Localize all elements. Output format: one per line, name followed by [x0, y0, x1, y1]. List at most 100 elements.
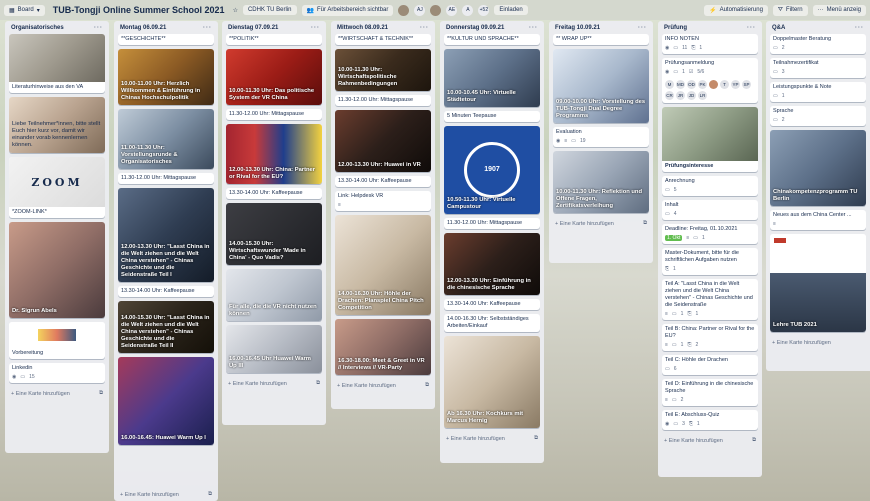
list-menu-icon[interactable]: ··· [529, 25, 538, 31]
member-avatar[interactable]: YP [731, 80, 740, 89]
list-title[interactable]: Freitag 10.09.21 [555, 25, 600, 31]
card[interactable]: Sprache ▭ 2 [770, 106, 866, 126]
automation-button[interactable]: ⚡ Automatisierung [704, 4, 768, 16]
card[interactable]: 14.00-15.30 Uhr: "Lasst China in die Wel… [118, 301, 214, 353]
card[interactable]: Linkedin ◉ ▭ 15 [9, 363, 105, 383]
card[interactable]: ZOOM *ZOOM-LINK* [9, 157, 105, 218]
card[interactable]: 11.30-12.00 Uhr: Mittagspause [444, 218, 540, 229]
card[interactable]: Evaluation ◉ ≡ ▭ 19 [553, 127, 649, 147]
list-header[interactable]: Prüfung ··· [662, 21, 758, 34]
list-title[interactable]: Prüfung [664, 25, 687, 31]
card[interactable]: 09.00-10.00 Uhr: Vorstellung des TUB-Ton… [553, 49, 649, 123]
member-avatar[interactable]: CR [665, 91, 674, 100]
card[interactable]: 16.30-18.00: Meet & Greet in VR // Inter… [335, 319, 431, 375]
template-icon[interactable]: ⧉ [99, 390, 103, 397]
card[interactable]: Master-Dokument, bitte für die schriftli… [662, 248, 758, 275]
card[interactable]: 13.30-14.00 Uhr: Kaffeepause [226, 188, 322, 199]
member-avatar[interactable]: LR [698, 91, 707, 100]
add-card-button[interactable]: + Eine Karte hinzufügen ⧉ [553, 217, 649, 230]
list-menu-icon[interactable]: ··· [855, 25, 864, 31]
card[interactable]: Teil D: Einführung in die chinesische Sp… [662, 379, 758, 406]
board-title[interactable]: TUB-Tongji Online Summer School 2021 [50, 5, 228, 15]
list-title[interactable]: Organisatorisches [11, 25, 64, 31]
invite-button[interactable]: Einladen [494, 5, 528, 15]
card[interactable]: Neues aus dem China Center ... ≡ [770, 210, 866, 230]
add-card-button[interactable]: + Eine Karte hinzufügen ⧉ [662, 434, 758, 447]
card[interactable]: Liebe Teilnehmer*innen, bitte stellt Euc… [9, 97, 105, 153]
card[interactable]: 16.00-16.45 Uhr Huawei Warm Up III [226, 325, 322, 373]
member-avatar[interactable]: T [720, 80, 729, 89]
list-header[interactable]: Mittwoch 08.09.21 ··· [335, 21, 431, 34]
add-card-button[interactable]: + Eine Karte hinzufügen ⧉ [226, 377, 322, 390]
card[interactable]: Ab 16.30 Uhr: Kochkurs mit Marcus Hernig [444, 336, 540, 428]
card[interactable]: 13.30-14.00 Uhr: Kaffeepause [444, 299, 540, 310]
card[interactable]: Teilnahmezertifikat ▭ 3 [770, 58, 866, 78]
card[interactable]: 14.00-16.30 Uhr: Selbstständiges Arbeite… [444, 314, 540, 332]
member-avatar[interactable] [709, 80, 718, 89]
member-avatar[interactable]: MD [676, 80, 685, 89]
list-title[interactable]: Donnerstag 09.09.21 [446, 25, 504, 31]
card[interactable]: 13.30-14.00 Uhr: Kaffeepause [118, 286, 214, 297]
template-icon[interactable]: ⧉ [425, 382, 429, 389]
card[interactable]: **POLITIK** [226, 34, 322, 45]
filter-button[interactable]: ⛛ Filtern [772, 4, 808, 16]
card[interactable]: 12.00-13.30 Uhr: "Lasst China in die Wel… [118, 188, 214, 282]
board-switcher-button[interactable]: ▦ Board ▾ [4, 4, 45, 16]
member-avatar[interactable]: JR [676, 91, 685, 100]
list-menu-icon[interactable]: ··· [420, 25, 429, 31]
card[interactable]: Teil A: "Lasst China in die Welt ziehen … [662, 279, 758, 320]
workspace-button[interactable]: CDHK TU Berlin [242, 5, 297, 15]
card[interactable]: 11.30-12.00 Uhr: Mittagspause [226, 109, 322, 120]
template-icon[interactable]: ⧉ [316, 380, 320, 387]
card[interactable]: Deadline: Freitag, 01.10.2021 1. Okt ≡ ▭ 1 [662, 224, 758, 244]
list-header[interactable]: Montag 06.09.21 ··· [118, 21, 214, 34]
list-title[interactable]: Dienstag 07.09.21 [228, 25, 278, 31]
template-icon[interactable]: ⧉ [208, 491, 212, 498]
card[interactable]: 12.00-13.30 Uhr: Einführung in die chine… [444, 233, 540, 295]
card[interactable]: 11.00-11.30 Uhr: Vorstellungsrunde & Org… [118, 109, 214, 169]
add-card-button[interactable]: + Eine Karte hinzufügen ⧉ [444, 432, 540, 445]
star-icon[interactable]: ☆ [233, 7, 238, 14]
card[interactable]: 10.00-11.30 Uhr: Das politische System d… [226, 49, 322, 105]
card[interactable]: 10.00-11.00 Uhr: Herzlich Willkommen & E… [118, 49, 214, 105]
card[interactable]: 13.30-14.00 Uhr: Kaffeepause [335, 176, 431, 187]
visibility-button[interactable]: 👥 Für Arbeitsbereich sichtbar [301, 4, 394, 16]
card[interactable]: 14.00-16.30 Uhr: Höhle der Drachen: Plan… [335, 215, 431, 315]
card[interactable]: **GESCHICHTE** [118, 34, 214, 45]
card[interactable]: **KULTUR UND SPRACHE** [444, 34, 540, 45]
card[interactable]: ** WRAP UP** [553, 34, 649, 45]
member-avatar[interactable]: OD [687, 80, 696, 89]
card[interactable]: 12.00-13.30 Uhr: Huawei in VR [335, 110, 431, 172]
due-date-badge[interactable]: 1. Okt [665, 235, 683, 241]
card[interactable]: 11.30-12.00 Uhr: Mittagspause [335, 95, 431, 106]
card[interactable]: 14.00-15.30 Uhr: Wirtschaftswunder 'Made… [226, 203, 322, 265]
template-icon[interactable]: ⧉ [643, 220, 647, 227]
card[interactable]: Doppelmaster Beratung ▭ 2 [770, 34, 866, 54]
avatar[interactable]: AE [446, 4, 458, 16]
list-header[interactable]: Q&A ··· [770, 21, 866, 34]
member-avatar[interactable]: PK [698, 80, 707, 89]
avatar[interactable]: AJ [414, 4, 426, 16]
avatar[interactable] [398, 4, 410, 16]
show-menu-button[interactable]: ··· Menü anzeig [812, 4, 866, 16]
card[interactable]: Dr. Sigrun Abels [9, 222, 105, 318]
card[interactable]: 1907 10.50-11.30 Uhr: Virtuelle Campustou… [444, 126, 540, 214]
template-icon[interactable]: ⧉ [752, 437, 756, 444]
card[interactable]: Prüfungsanmeldung ◉ ▭ 1 ☑ 5/6 M MD OD PK T YP… [662, 58, 758, 103]
card[interactable]: 10.00-10.45 Uhr: Virtuelle Städtetour [444, 49, 540, 107]
list-menu-icon[interactable]: ··· [94, 25, 103, 31]
list-header[interactable]: Donnerstag 09.09.21 ··· [444, 21, 540, 34]
card[interactable]: Teil C: Höhle der Drachen ▭ 6 [662, 355, 758, 375]
add-card-button[interactable]: + Eine Karte hinzufügen ⧉ [335, 379, 431, 392]
avatar[interactable]: A [462, 4, 474, 16]
card[interactable]: Inhalt ▭ 4 [662, 200, 758, 220]
list-menu-icon[interactable]: ··· [311, 25, 320, 31]
card[interactable]: Vorbereitung [9, 322, 105, 359]
card[interactable]: 10.00-11.30 Uhr: Reflektion und Offene F… [553, 151, 649, 213]
card[interactable]: Lehre TUB 2021 [770, 234, 866, 332]
template-icon[interactable]: ⧉ [534, 435, 538, 442]
list-header[interactable]: Dienstag 07.09.21 ··· [226, 21, 322, 34]
member-avatar[interactable]: JD [687, 91, 696, 100]
list-menu-icon[interactable]: ··· [638, 25, 647, 31]
card[interactable]: **WIRTSCHAFT & TECHNIK** [335, 34, 431, 45]
